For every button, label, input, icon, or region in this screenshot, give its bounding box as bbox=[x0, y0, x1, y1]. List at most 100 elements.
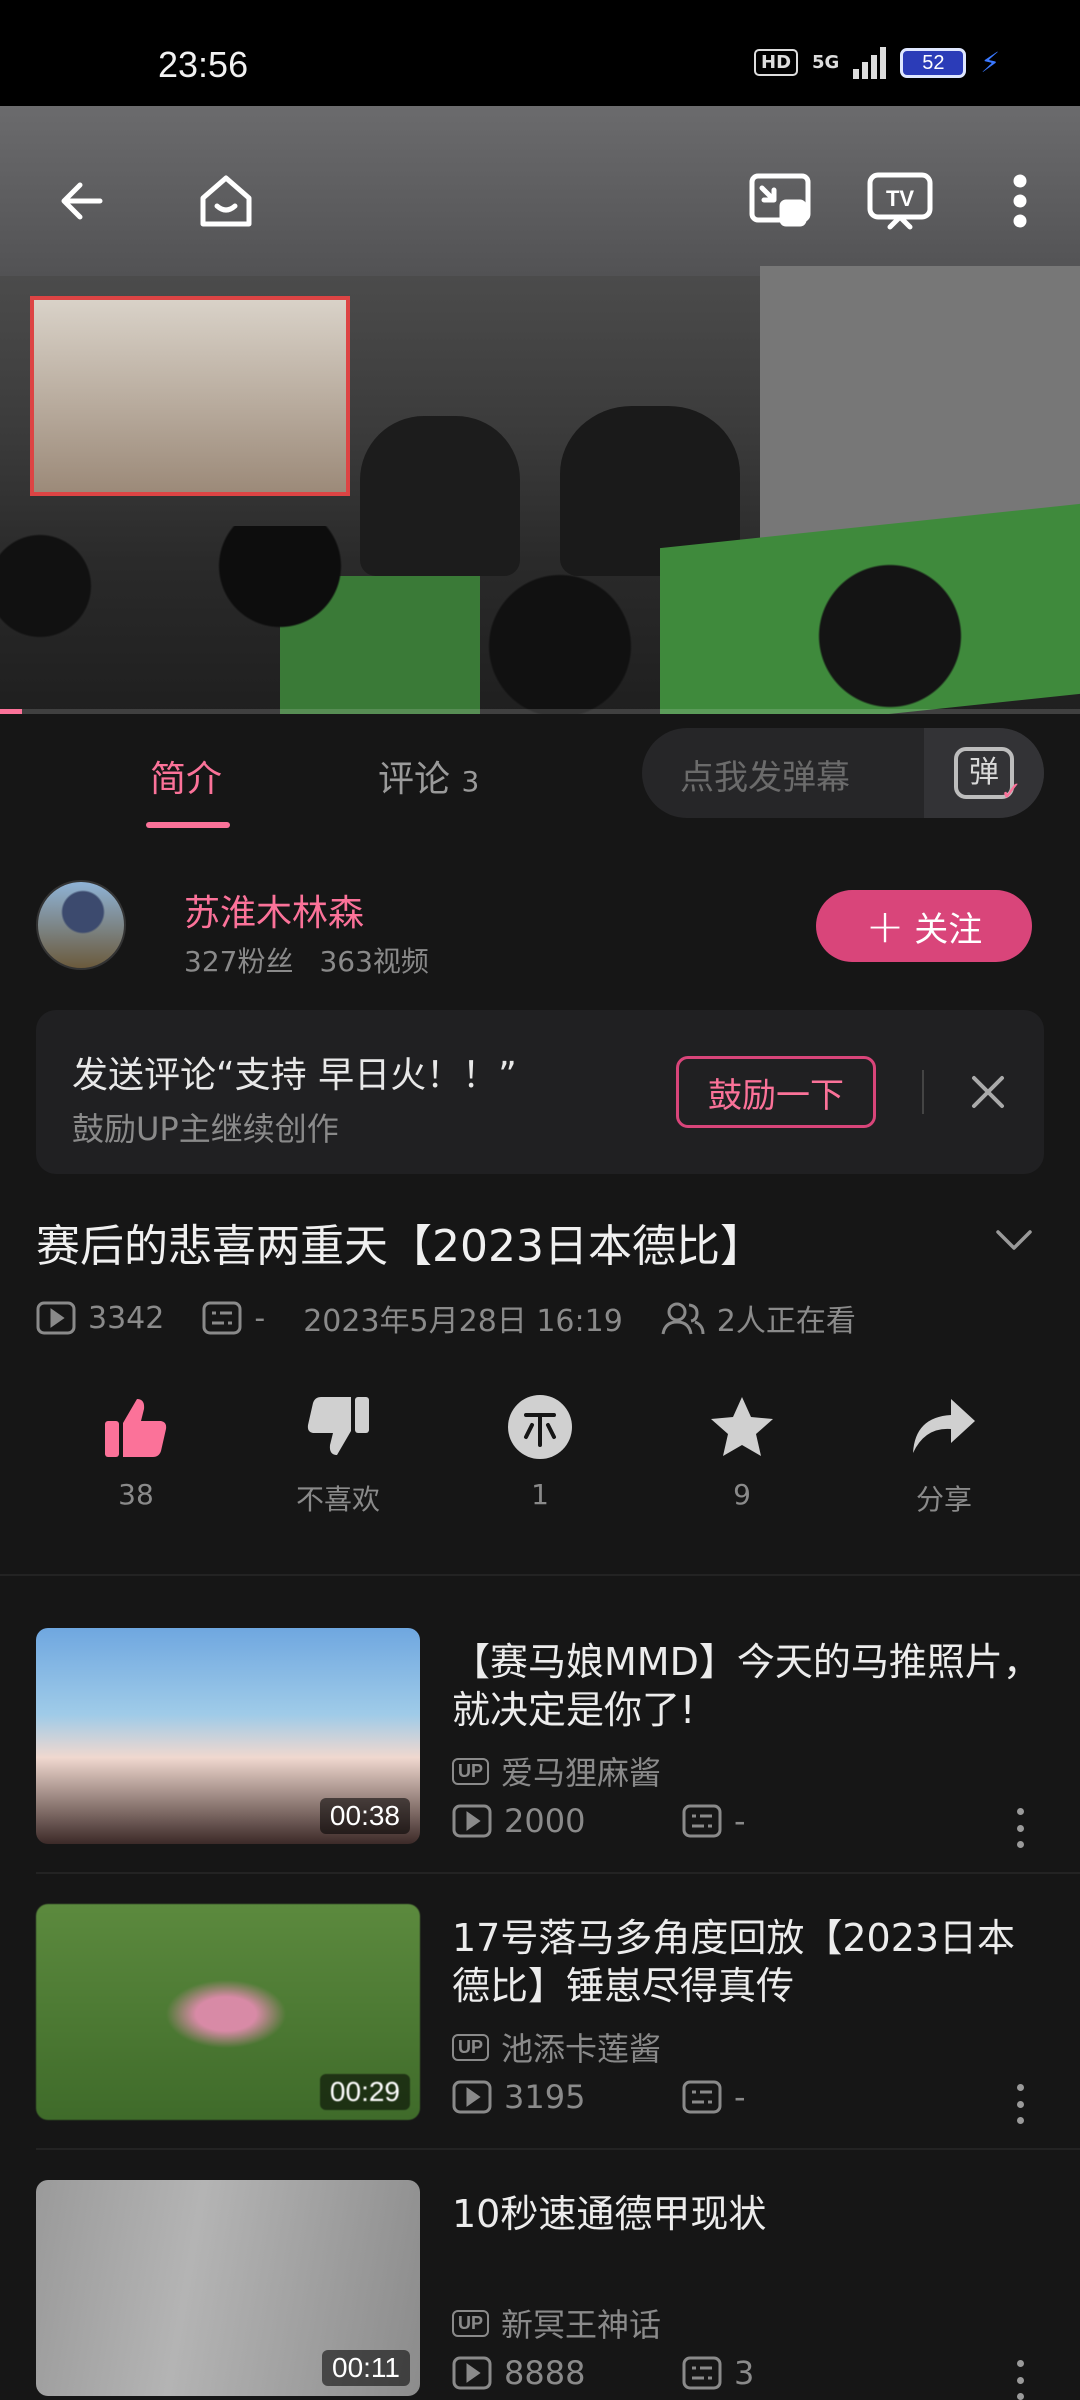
close-icon[interactable] bbox=[964, 1068, 1012, 1116]
rec-uploader-name: 爱马狸麻酱 bbox=[501, 1754, 662, 1792]
chevron-down-icon[interactable] bbox=[990, 1220, 1038, 1260]
rec-views: 3195 bbox=[452, 2078, 682, 2116]
status-bar: 23:56 HD 5G 52 ⚡ bbox=[0, 0, 1080, 106]
comment-prompt-card: 发送评论“支持 早日火！！” 鼓励UP主继续创作 鼓励一下 bbox=[36, 1010, 1044, 1174]
watching-count-value: 2人正在看 bbox=[716, 1304, 856, 1339]
rec-danmaku-value: - bbox=[734, 1802, 746, 1840]
view-count: 3342 bbox=[36, 1301, 164, 1336]
list-item[interactable]: 00:11 10秒速通德甲现状 UP 新冥王神话 8888 3 bbox=[0, 2180, 1080, 2400]
divider bbox=[922, 1070, 924, 1114]
home-icon[interactable] bbox=[186, 161, 266, 241]
rec-title[interactable]: 【赛马娘MMD】今天的马推照片，就决定是你了! bbox=[452, 1638, 1042, 1734]
video-thumbnail[interactable]: 00:29 bbox=[36, 1904, 420, 2120]
follow-button[interactable]: + 关注 bbox=[816, 890, 1032, 962]
list-item[interactable]: 00:38 【赛马娘MMD】今天的马推照片，就决定是你了! UP 爱马狸麻酱 2… bbox=[0, 1628, 1080, 1868]
rec-views: 2000 bbox=[452, 1802, 682, 1840]
prompt-subtitle: 鼓励UP主继续创作 bbox=[72, 1110, 339, 1148]
uploader-fans: 327粉丝 bbox=[184, 945, 294, 978]
dislike-label: 不喜欢 bbox=[295, 1483, 380, 1516]
rec-stats: 2000 - bbox=[452, 1802, 746, 1840]
more-vertical-icon[interactable] bbox=[1010, 2084, 1030, 2124]
danmaku-count-icon bbox=[682, 2080, 722, 2114]
rec-title[interactable]: 10秒速通德甲现状 bbox=[452, 2190, 1042, 2238]
dislike-button[interactable]: 不喜欢 bbox=[268, 1390, 408, 1518]
tab-bar: 简介 评论 3 点我发弹幕 弹 ✓ bbox=[0, 714, 1080, 834]
action-row: 38 不喜欢 1 9 分享 bbox=[0, 1390, 1080, 1530]
charging-icon: ⚡ bbox=[980, 46, 1000, 79]
tab-comments-count: 3 bbox=[461, 765, 480, 798]
share-icon bbox=[874, 1390, 1014, 1464]
video-title: 赛后的悲喜两重天【2023日本德比】 bbox=[36, 1221, 764, 1272]
danmaku-placeholder: 点我发弹幕 bbox=[680, 758, 850, 798]
rec-danmaku: - bbox=[682, 1802, 746, 1840]
share-button[interactable]: 分享 bbox=[874, 1390, 1014, 1518]
hd-badge: HD bbox=[754, 49, 799, 76]
encourage-button[interactable]: 鼓励一下 bbox=[676, 1056, 876, 1128]
rec-views-value: 2000 bbox=[504, 1802, 586, 1840]
people-icon bbox=[661, 1302, 705, 1335]
rec-views-value: 3195 bbox=[504, 2078, 586, 2116]
divider bbox=[36, 2148, 1080, 2150]
avatar[interactable] bbox=[36, 880, 126, 970]
up-badge-icon: UP bbox=[452, 1757, 490, 1785]
video-thumbnail[interactable]: 00:38 bbox=[36, 1628, 420, 1844]
favorite-button[interactable]: 9 bbox=[672, 1390, 812, 1511]
spectator-stand bbox=[30, 296, 350, 496]
coin-count: 1 bbox=[531, 1478, 549, 1511]
danmaku-icon: 弹 ✓ bbox=[954, 747, 1022, 805]
video-thumbnail[interactable]: 00:11 bbox=[36, 2180, 420, 2396]
danmaku-icon-label: 弹 bbox=[969, 755, 999, 790]
rec-uploader: UP 爱马狸麻酱 bbox=[452, 1748, 661, 1794]
danmaku-count-icon bbox=[682, 1804, 722, 1838]
play-count-icon bbox=[452, 2356, 492, 2390]
tab-intro[interactable]: 简介 bbox=[150, 750, 222, 802]
rec-danmaku: 3 bbox=[682, 2354, 754, 2392]
duration-label: 00:38 bbox=[319, 1798, 410, 1834]
danmaku-count-icon bbox=[682, 2356, 722, 2390]
like-button[interactable]: 38 bbox=[66, 1390, 206, 1511]
video-player[interactable]: TV bbox=[0, 106, 1080, 714]
more-vertical-icon[interactable] bbox=[1010, 2360, 1030, 2400]
tv-cast-icon[interactable]: TV bbox=[860, 161, 940, 241]
list-item[interactable]: 00:29 17号落马多角度回放【2023日本德比】锤崽尽得真传 UP 池添卡莲… bbox=[0, 1904, 1080, 2144]
publish-date: 2023年5月28日 16:19 bbox=[303, 1304, 623, 1339]
rec-uploader-name: 池添卡莲酱 bbox=[501, 2030, 662, 2068]
check-icon: ✓ bbox=[1000, 777, 1022, 807]
more-vertical-icon[interactable] bbox=[1010, 1808, 1030, 1848]
up-badge-icon: UP bbox=[452, 2309, 490, 2337]
view-count-value: 3342 bbox=[88, 1300, 165, 1336]
star-icon bbox=[672, 1390, 812, 1464]
plus-icon: + bbox=[865, 899, 905, 953]
rec-stats: 3195 - bbox=[452, 2078, 746, 2116]
watching-count: 2人正在看 bbox=[661, 1296, 856, 1340]
like-count: 38 bbox=[118, 1478, 154, 1511]
favorite-count: 9 bbox=[733, 1478, 751, 1511]
follow-label: 关注 bbox=[914, 909, 983, 950]
uploader-row: 苏淮木林森 327粉丝 363视频 + 关注 bbox=[0, 860, 1080, 990]
prompt-title: 发送评论“支持 早日火！！” bbox=[72, 1055, 517, 1096]
tab-comments[interactable]: 评论 3 bbox=[378, 750, 479, 802]
picture-in-picture-icon[interactable] bbox=[740, 161, 820, 241]
tab-indicator bbox=[146, 822, 230, 828]
thumbs-up-icon bbox=[66, 1390, 206, 1464]
danmaku-count-value: - bbox=[254, 1300, 266, 1336]
back-arrow-icon[interactable] bbox=[42, 161, 122, 241]
rec-danmaku: - bbox=[682, 2078, 746, 2116]
svg-text:TV: TV bbox=[886, 186, 914, 211]
battery-icon: 52 bbox=[900, 47, 967, 78]
rec-uploader-name: 新冥王神话 bbox=[501, 2306, 662, 2344]
share-label: 分享 bbox=[915, 1483, 972, 1516]
danmaku-toggle-button[interactable]: 弹 ✓ bbox=[924, 728, 1044, 818]
uploader-stats: 327粉丝 363视频 bbox=[184, 940, 429, 980]
rec-title[interactable]: 17号落马多角度回放【2023日本德比】锤崽尽得真传 bbox=[452, 1914, 1042, 2010]
more-vertical-icon[interactable] bbox=[980, 161, 1060, 241]
coin-button[interactable]: 1 bbox=[470, 1390, 610, 1511]
danmaku-input[interactable]: 点我发弹幕 弹 ✓ bbox=[642, 728, 1044, 818]
play-count-icon bbox=[36, 1301, 76, 1335]
thumbs-down-icon bbox=[268, 1390, 408, 1464]
divider bbox=[36, 1872, 1080, 1874]
duration-label: 00:29 bbox=[319, 2074, 410, 2110]
up-badge-icon: UP bbox=[452, 2033, 490, 2061]
status-icons: HD 5G 52 ⚡ bbox=[754, 46, 1000, 79]
uploader-name[interactable]: 苏淮木林森 bbox=[184, 884, 364, 936]
